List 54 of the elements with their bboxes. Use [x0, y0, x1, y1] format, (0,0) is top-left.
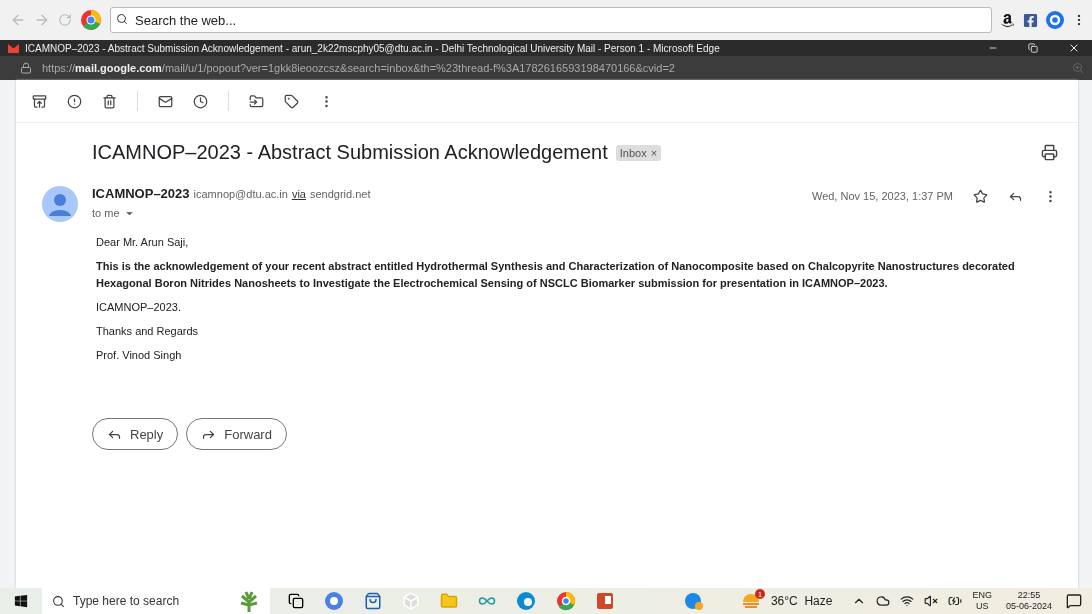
amazon-icon[interactable] — [1000, 12, 1015, 28]
address-text: https://mail.google.com/mail/u/1/popout?ver=1gkk8ieoozcsz&search=inbox&th=%23thread-f%3A1782616593198470166&cvid=2 — [42, 62, 676, 74]
clock[interactable]: 22:55 05-06-2024 — [1005, 590, 1052, 612]
mail-icon[interactable] — [158, 93, 173, 109]
via-link[interactable]: via — [291, 188, 306, 200]
store-icon[interactable] — [364, 592, 382, 610]
star-icon[interactable] — [973, 188, 988, 204]
archive-icon[interactable] — [32, 93, 47, 109]
email-subject: ICAMNOP–2023 - Abstract Submission Acknowledgement — [92, 141, 608, 164]
remove-label[interactable]: × — [650, 146, 658, 159]
reply-button[interactable]: Reply — [92, 418, 179, 450]
restore-icon[interactable] — [1028, 43, 1038, 53]
presentation-app-icon[interactable] — [596, 592, 614, 610]
label-chip[interactable]: Inbox × — [615, 144, 662, 161]
email-paragraph: This is the acknowledgement of your recent abstract entitled Hydrothermal Synthesis and Characterization of Nanocomposite based on Chalcopyrite Nanostructures decorated Hexagonal Boron Nitrides Nanosheets to Investigate the Electrochemical Sensing of NSCLC Biomarker submission for presentation in ICAMNOP–2023. — [96, 259, 1016, 291]
email-line: Prof. Vinod Singh — [96, 348, 183, 363]
email-line: Thanks and Regards — [96, 324, 200, 339]
plant-icon — [238, 590, 260, 612]
mail-icon — [8, 43, 19, 53]
email-date: Wed, Nov 15, 2023, 1:37 PM — [811, 190, 953, 202]
label-text: Inbox — [619, 146, 647, 159]
sender-name: ICAMNOP–2023 — [92, 186, 190, 201]
move-folder-icon[interactable] — [249, 93, 264, 109]
email-line: Dear Mr. Arun Saji, — [96, 235, 190, 250]
sender-email: icamnop@dtu.ac.in — [193, 188, 288, 200]
email-line: ICAMNOP–2023. — [96, 300, 182, 315]
forward-button[interactable]: Forward — [186, 418, 287, 450]
language-indicator[interactable]: ENG US — [972, 590, 992, 612]
search-field[interactable]: Search the web... — [110, 7, 992, 33]
lock-icon — [20, 62, 32, 74]
weather-text[interactable]: 36°C Haze — [770, 594, 833, 608]
task-view-icon[interactable] — [288, 593, 304, 609]
trash-icon[interactable] — [102, 93, 117, 109]
start-icon[interactable] — [14, 594, 28, 608]
relay-domain: sendgrid.net — [309, 188, 371, 200]
window-title: ICAMNOP–2023 - Abstract Submission Acknowledgement - arun_2k22mscphy05@dtu.ac.in - Delhi Technological University Mail - Person 1 - Microsoft Edge — [25, 42, 721, 54]
chrome-icon[interactable] — [556, 591, 576, 611]
search-icon — [52, 594, 65, 608]
print-icon[interactable] — [1041, 144, 1058, 161]
mute-icon[interactable] — [924, 594, 939, 608]
wifi-icon[interactable] — [900, 594, 915, 608]
facebook-icon[interactable] — [1023, 12, 1038, 28]
taskbar-search[interactable]: Type here to search — [42, 588, 270, 614]
battery-icon[interactable] — [948, 594, 963, 608]
spam-icon[interactable] — [67, 93, 82, 109]
cloud-icon[interactable] — [876, 594, 891, 608]
avatar-icon — [42, 186, 78, 222]
notifications-icon[interactable] — [1066, 593, 1082, 609]
extension-icon[interactable] — [1046, 11, 1064, 29]
clock-icon[interactable] — [193, 93, 208, 109]
close-icon[interactable] — [1068, 42, 1080, 54]
recipient-toggle[interactable]: to me — [92, 207, 135, 219]
browser-logo-icon[interactable] — [80, 9, 102, 31]
label-icon[interactable] — [284, 93, 299, 109]
